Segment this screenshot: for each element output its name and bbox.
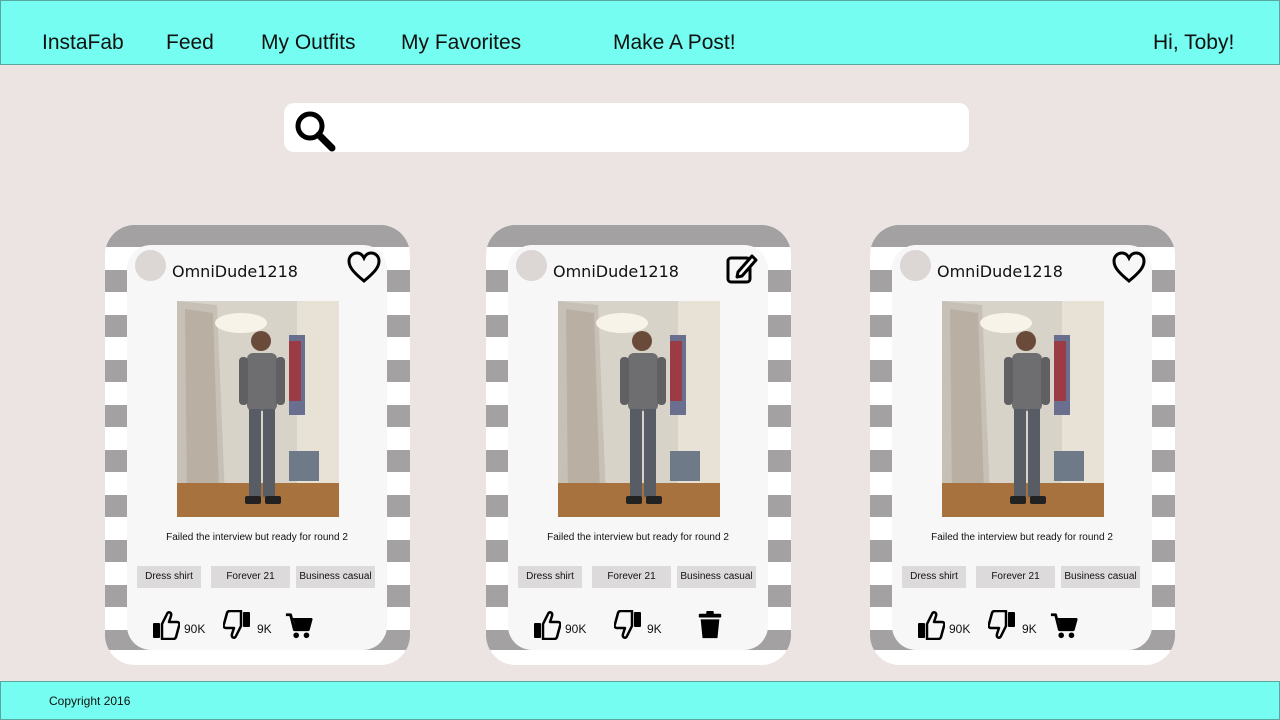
like-count: 90K xyxy=(565,622,587,636)
search-bar xyxy=(284,103,969,152)
thumbs-up-icon[interactable] xyxy=(152,610,180,640)
post-username[interactable]: OmniDude1218 xyxy=(172,262,298,281)
dislike-count: 9K xyxy=(257,622,272,636)
post-username[interactable]: OmniDude1218 xyxy=(937,262,1063,281)
thumbs-up-icon[interactable] xyxy=(917,610,945,640)
avatar[interactable] xyxy=(135,250,166,281)
post-username[interactable]: OmniDude1218 xyxy=(553,262,679,281)
cart-icon[interactable] xyxy=(285,610,313,640)
post-card: OmniDude1218 Failed the interview but re… xyxy=(486,225,791,665)
search-icon[interactable] xyxy=(292,108,336,152)
heart-outline-icon[interactable] xyxy=(347,251,381,285)
post-card: OmniDude1218 Failed the interview but re… xyxy=(870,225,1175,665)
outfit-photo[interactable] xyxy=(942,301,1104,517)
tag-dress-shirt[interactable]: Dress shirt xyxy=(902,566,966,588)
post-card-content: OmniDude1218 Failed the interview but re… xyxy=(892,245,1152,650)
trash-icon[interactable] xyxy=(696,610,724,640)
tag-business-casual[interactable]: Business casual xyxy=(1061,566,1140,588)
post-caption: Failed the interview but ready for round… xyxy=(931,532,1113,543)
top-nav-bar: InstaFab Feed My Outfits My Favorites Ma… xyxy=(0,0,1280,65)
nav-item-my-favorites[interactable]: My Favorites xyxy=(401,31,521,55)
footer: Copyright 2016 xyxy=(0,681,1280,720)
thumbs-up-icon[interactable] xyxy=(533,610,561,640)
tag-forever-21[interactable]: Forever 21 xyxy=(211,566,290,588)
heart-outline-icon[interactable] xyxy=(1112,251,1146,285)
like-count: 90K xyxy=(949,622,971,636)
nav-item-my-outfits[interactable]: My Outfits xyxy=(261,31,356,55)
cart-icon[interactable] xyxy=(1050,610,1078,640)
tag-forever-21[interactable]: Forever 21 xyxy=(976,566,1055,588)
post-caption: Failed the interview but ready for round… xyxy=(166,532,348,543)
tag-dress-shirt[interactable]: Dress shirt xyxy=(518,566,582,588)
search-input[interactable] xyxy=(344,111,958,146)
tag-forever-21[interactable]: Forever 21 xyxy=(592,566,671,588)
post-card-content: OmniDude1218 Failed the interview but re… xyxy=(508,245,768,650)
nav-item-make-post[interactable]: Make A Post! xyxy=(613,31,736,55)
user-greeting[interactable]: Hi, Toby! xyxy=(1153,31,1234,55)
post-card-content: OmniDude1218 Failed the interview but re… xyxy=(127,245,387,650)
thumbs-down-icon[interactable] xyxy=(988,610,1016,640)
avatar[interactable] xyxy=(900,250,931,281)
avatar[interactable] xyxy=(516,250,547,281)
dislike-count: 9K xyxy=(647,622,662,636)
post-caption: Failed the interview but ready for round… xyxy=(547,532,729,543)
tag-dress-shirt[interactable]: Dress shirt xyxy=(137,566,201,588)
nav-item-feed[interactable]: Feed xyxy=(166,31,214,55)
like-count: 90K xyxy=(184,622,206,636)
outfit-photo[interactable] xyxy=(558,301,720,517)
thumbs-down-icon[interactable] xyxy=(223,610,251,640)
thumbs-down-icon[interactable] xyxy=(614,610,642,640)
edit-icon[interactable] xyxy=(725,251,759,285)
dislike-count: 9K xyxy=(1022,622,1037,636)
copyright-text: Copyright 2016 xyxy=(49,694,131,708)
post-card: OmniDude1218 Failed the interview but re… xyxy=(105,225,410,665)
tag-business-casual[interactable]: Business casual xyxy=(296,566,375,588)
nav-brand-instafab[interactable]: InstaFab xyxy=(42,31,124,55)
outfit-photo[interactable] xyxy=(177,301,339,517)
tag-business-casual[interactable]: Business casual xyxy=(677,566,756,588)
